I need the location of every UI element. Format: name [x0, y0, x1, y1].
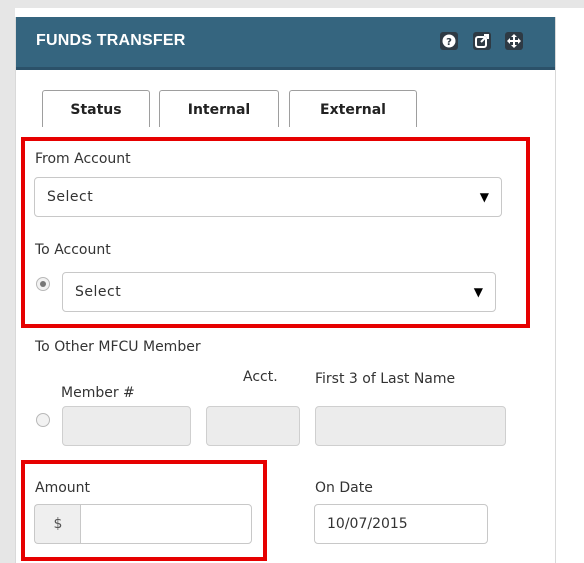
- member-number-label: Member #: [61, 385, 135, 401]
- funds-transfer-widget: FUNDS TRANSFER ? Status Internal Externa…: [15, 17, 556, 563]
- acct-label: Acct.: [243, 369, 278, 385]
- acct-input[interactable]: [206, 406, 300, 446]
- on-date-value: 10/07/2015: [327, 516, 408, 532]
- tab-status-label: Status: [70, 102, 122, 118]
- to-account-select[interactable]: Select ▼: [62, 272, 496, 312]
- widget-header: FUNDS TRANSFER ?: [16, 17, 555, 70]
- top-gutter: [0, 0, 584, 8]
- from-account-select[interactable]: Select ▼: [34, 177, 502, 217]
- currency-addon: $: [34, 504, 81, 544]
- widget-title: FUNDS TRANSFER: [36, 32, 186, 49]
- to-account-radio[interactable]: [36, 277, 50, 291]
- amount-label: Amount: [35, 480, 91, 496]
- on-date-input[interactable]: 10/07/2015: [314, 504, 488, 544]
- tab-status[interactable]: Status: [42, 90, 150, 127]
- other-member-label: To Other MFCU Member: [35, 339, 201, 355]
- from-account-selected: Select: [47, 189, 94, 205]
- left-gutter: [0, 0, 15, 563]
- tab-internal[interactable]: Internal: [159, 90, 279, 127]
- chevron-down-icon: ▼: [479, 190, 489, 204]
- help-icon[interactable]: ?: [440, 32, 458, 50]
- chevron-down-icon: ▼: [473, 285, 483, 299]
- to-account-label: To Account: [35, 242, 111, 258]
- move-icon[interactable]: [505, 32, 523, 50]
- currency-symbol: $: [53, 516, 63, 532]
- last-name-input[interactable]: [315, 406, 506, 446]
- from-account-label: From Account: [35, 151, 131, 167]
- tab-internal-label: Internal: [187, 102, 251, 118]
- popout-icon[interactable]: [473, 32, 491, 50]
- tab-external-label: External: [320, 102, 386, 118]
- on-date-label: On Date: [315, 480, 373, 496]
- to-account-selected: Select: [75, 284, 122, 300]
- svg-text:?: ?: [446, 37, 452, 48]
- last-name-label: First 3 of Last Name: [315, 371, 456, 387]
- other-member-radio[interactable]: [36, 413, 50, 427]
- amount-input[interactable]: [80, 504, 252, 544]
- member-number-input[interactable]: [62, 406, 191, 446]
- tab-external[interactable]: External: [289, 90, 417, 127]
